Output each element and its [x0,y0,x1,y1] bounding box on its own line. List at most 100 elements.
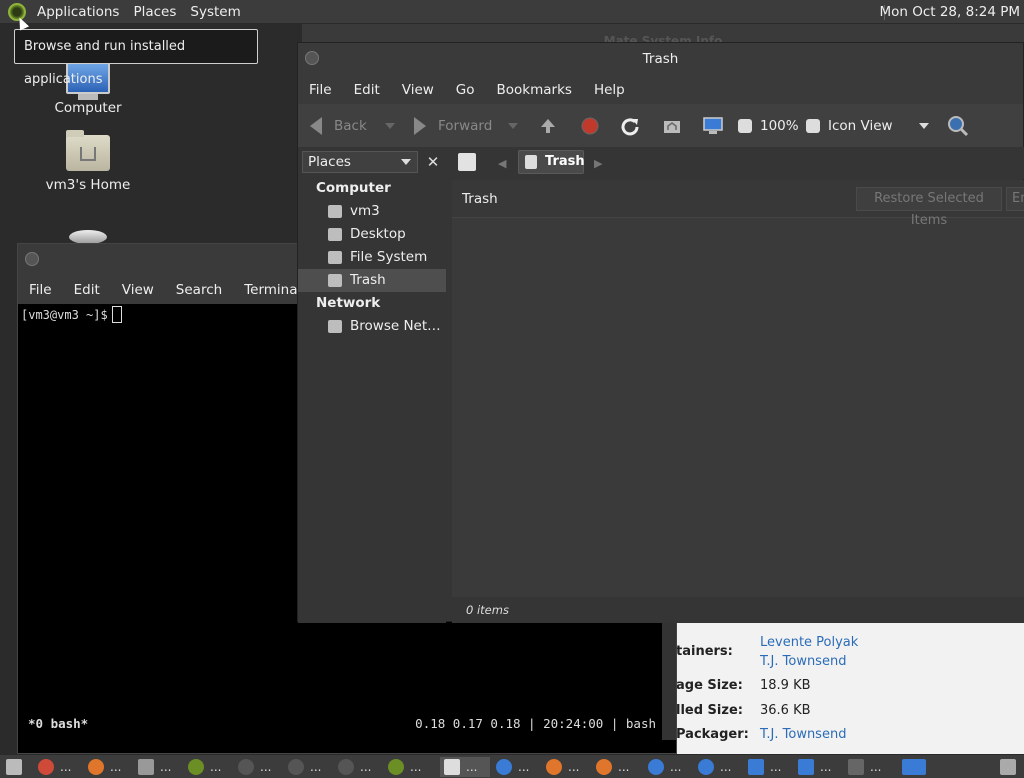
taskbar-item[interactable]: ... [542,757,579,777]
home-button[interactable] [662,104,682,147]
drive-icon [328,251,342,264]
menu-file[interactable]: File [298,82,343,98]
taskbar-label: ... [310,760,322,774]
show-desktop-button[interactable] [2,757,28,777]
app-icon [288,759,304,775]
taskbar-item[interactable]: ... [644,757,681,777]
menu-applications[interactable]: Applications [30,0,126,24]
menu-system[interactable]: System [183,0,247,24]
sidebar-item-trash[interactable]: Trash [298,269,446,292]
close-sidebar-button[interactable]: ✕ [422,151,444,173]
taskbar-item-trash[interactable]: ... [440,757,490,777]
zoom-out-icon [738,118,752,133]
taskbar-label: ... [410,760,422,774]
taskbar-item[interactable]: ... [284,757,321,777]
taskbar-item[interactable]: ... [492,757,529,777]
detail-link[interactable]: T.J. Townsend [760,727,846,742]
forward-label: Forward [438,117,493,134]
restore-selected-button[interactable]: Restore Selected Items [856,187,1002,228]
sidebar-item-label: Desktop [350,226,406,242]
terminal-menu-search[interactable]: Search [165,282,233,298]
workspace-switcher[interactable] [898,757,932,777]
sidebar-item-browse-network[interactable]: Browse Net… [298,315,446,338]
toolbar: Back Forward 100% Icon View [298,104,1023,147]
desktop-icon-home[interactable]: vm3's Home [33,130,143,193]
forward-button[interactable]: Forward [414,104,519,147]
terminal-menu-edit[interactable]: Edit [63,282,111,298]
desktop-icon-label: Computer [54,100,122,116]
drive-icon[interactable] [69,230,107,244]
taskbar-item[interactable]: ... [694,757,731,777]
trash-icon [328,274,342,287]
desktop-icon [6,759,22,775]
taskbar-item[interactable]: ... [84,757,121,777]
sidebar-type-select[interactable]: Places [302,151,418,173]
taskbar-label: ... [466,760,478,774]
taskbar-item[interactable]: ... [234,757,271,777]
menu-edit[interactable]: Edit [343,82,391,98]
trash-applet[interactable] [996,757,1022,777]
edit-location-icon[interactable] [458,153,476,171]
taskbar-item[interactable]: ... [592,757,629,777]
up-button[interactable] [538,104,558,147]
taskbar-item[interactable]: ... [794,757,831,777]
bottom-panel: ... ... ... ... ... ... ... ... ... ... … [0,754,1024,778]
mate-icon [188,759,204,775]
menu-places[interactable]: Places [126,0,183,24]
terminal-scrollbar[interactable] [662,620,676,740]
sidebar-item-vm3[interactable]: vm3 [298,200,446,223]
window-menu-icon[interactable] [305,51,319,65]
taskbar-label: ... [210,760,222,774]
path-right-arrow-icon[interactable]: ▶ [594,157,602,170]
window-menu-icon[interactable] [25,252,39,266]
view-mode-select[interactable]: Icon View [806,104,929,147]
desktop-folder-icon [328,228,342,241]
breadcrumb-trash[interactable]: Trash [518,150,585,174]
taskbar-item[interactable]: ... [134,757,171,777]
sidebar-item-file-system[interactable]: File System [298,246,446,269]
workspace-1-icon [902,759,926,775]
menu-view[interactable]: View [391,82,445,98]
detail-label: tainers: [676,644,733,659]
window-title: Trash [642,51,679,67]
back-button[interactable]: Back [310,104,395,147]
taskbar-item[interactable]: ... [334,757,371,777]
taskbar-label: ... [518,760,530,774]
file-manager-menubar: File Edit View Go Bookmarks Help [298,75,1023,104]
menu-bookmarks[interactable]: Bookmarks [486,82,583,98]
empty-trash-button[interactable]: Em [1006,187,1024,211]
computer-button[interactable] [702,104,724,147]
chevron-down-icon[interactable] [508,122,519,129]
taskbar-item[interactable]: ... [184,757,221,777]
text-cursor [111,306,122,323]
menu-help[interactable]: Help [583,82,636,98]
trash-icon [1000,759,1016,775]
taskbar-item[interactable]: ... [744,757,781,777]
stop-button[interactable] [580,104,600,147]
taskbar-label: ... [60,760,72,774]
file-manager-window[interactable]: Trash File Edit View Go Bookmarks Help B… [297,42,1024,623]
tmux-window-label: *0 bash* [28,716,89,731]
taskbar-item[interactable]: ... [34,757,71,777]
sidebar-header: Places ✕ [298,147,446,177]
sidebar-item-desktop[interactable]: Desktop [298,223,446,246]
top-panel: Applications Places System Mon Oct 28, 8… [0,0,1024,24]
firefox-icon [88,759,104,775]
chevron-down-icon[interactable] [384,122,395,129]
zoom-out-button[interactable]: 100% [738,104,799,147]
detail-link[interactable]: Levente Polyak [760,635,858,650]
shell-prompt: [vm3@vm3 ~]$ [21,308,108,322]
sidebar-item-label: Trash [350,272,386,288]
search-button[interactable] [946,104,970,147]
clock[interactable]: Mon Oct 28, 8:24 PM [879,0,1020,24]
terminal-menu-view[interactable]: View [111,282,165,298]
path-left-arrow-icon[interactable]: ◀ [498,157,506,170]
taskbar-item[interactable]: ... [844,757,881,777]
file-manager-titlebar[interactable]: Trash [298,43,1023,75]
terminal-menu-file[interactable]: File [18,282,63,298]
file-view[interactable]: Trash Restore Selected Items Em 0 items [452,180,1024,623]
detail-link[interactable]: T.J. Townsend [760,654,846,669]
reload-button[interactable] [620,104,640,147]
taskbar-item[interactable]: ... [384,757,421,777]
menu-go[interactable]: Go [445,82,486,98]
